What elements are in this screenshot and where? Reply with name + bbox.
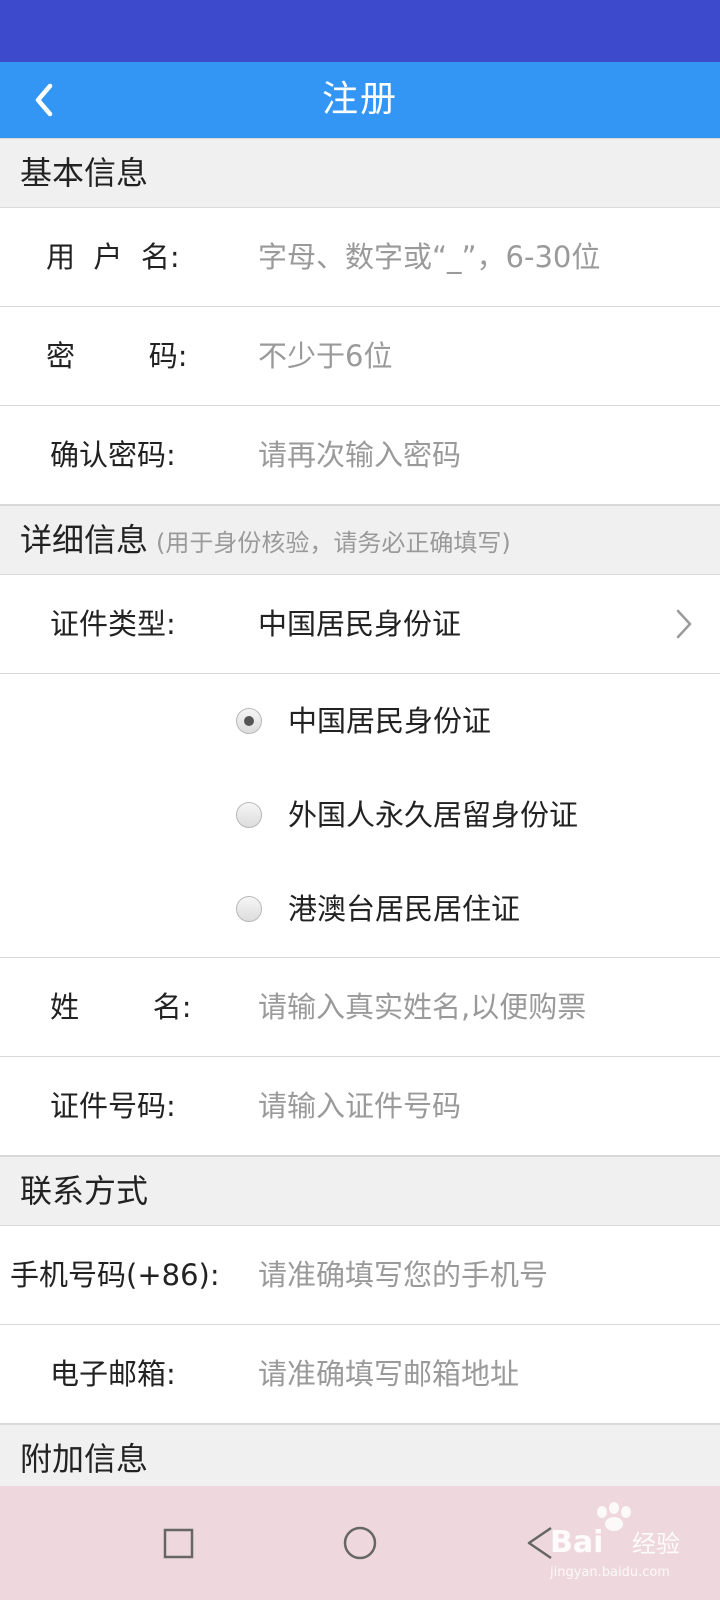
name-row: 姓 名:: [0, 958, 720, 1057]
status-bar: [0, 0, 720, 62]
section-title: 联系方式: [20, 1172, 149, 1210]
id-type-value[interactable]: 中国居民身份证: [258, 575, 461, 673]
id-number-input[interactable]: [258, 1057, 678, 1155]
id-type-radio-group: 中国居民身份证 外国人永久居留身份证 港澳台居民居住证: [0, 676, 720, 958]
radio-unselected-icon[interactable]: [236, 802, 262, 828]
radio-option-foreign-id[interactable]: 外国人永久居留身份证: [236, 786, 676, 846]
password-row: 密 码:: [0, 307, 720, 406]
section-contact: 联系方式: [0, 1156, 720, 1226]
section-basic-info: 基本信息: [0, 138, 720, 208]
username-input[interactable]: [258, 208, 678, 306]
recent-apps-icon[interactable]: [143, 1508, 213, 1578]
section-extra-info: 附加信息: [0, 1424, 720, 1488]
svg-text:Bai: Bai: [550, 1525, 603, 1560]
svg-text:jingyan.baidu.com: jingyan.baidu.com: [549, 1565, 670, 1580]
radio-label: 港澳台居民居住证: [288, 892, 521, 926]
radio-option-cn-id[interactable]: 中国居民身份证: [236, 692, 676, 752]
id-type-label: 证件类型:: [50, 607, 176, 641]
radio-label: 中国居民身份证: [288, 704, 492, 738]
radio-unselected-icon[interactable]: [236, 896, 262, 922]
baidu-watermark-logo: Bai 经验 jingyan.baidu.com: [549, 1502, 680, 1580]
email-row: 电子邮箱:: [0, 1325, 720, 1424]
section-note: (用于身份核验，请务必正确填写): [156, 529, 511, 557]
phone-input[interactable]: [258, 1226, 678, 1324]
radio-dot: [244, 716, 254, 726]
id-type-row[interactable]: 证件类型: 中国居民身份证: [0, 575, 720, 674]
password-label: 密 码:: [46, 339, 188, 373]
name-label: 姓 名:: [50, 990, 192, 1024]
id-number-label: 证件号码:: [50, 1089, 176, 1123]
section-detail-info: 详细信息 (用于身份核验，请务必正确填写): [0, 505, 720, 575]
section-title-text: 详细信息: [20, 521, 149, 559]
chevron-right-icon[interactable]: [672, 607, 696, 641]
home-icon[interactable]: [325, 1508, 395, 1578]
confirm-password-input[interactable]: [258, 406, 678, 504]
section-title: 基本信息: [20, 154, 149, 192]
radio-option-hmt-permit[interactable]: 港澳台居民居住证: [236, 880, 676, 940]
phone-row: 手机号码(+86):: [0, 1226, 720, 1325]
radio-selected-icon[interactable]: [236, 708, 262, 734]
page-title: 注册: [321, 79, 398, 120]
name-input[interactable]: [258, 958, 678, 1056]
username-label: 用 户 名:: [46, 240, 180, 274]
email-input[interactable]: [258, 1325, 678, 1423]
radio-label: 外国人永久居留身份证: [288, 798, 579, 832]
section-title: 详细信息 (用于身份核验，请务必正确填写): [20, 506, 511, 577]
email-label: 电子邮箱:: [50, 1357, 176, 1391]
password-input[interactable]: [258, 307, 678, 405]
confirm-password-row: 确认密码:: [0, 406, 720, 505]
svg-text:经验: 经验: [632, 1530, 680, 1558]
section-title: 附加信息: [20, 1440, 149, 1478]
id-number-row: 证件号码:: [0, 1057, 720, 1156]
confirm-password-label: 确认密码:: [50, 438, 176, 472]
phone-label: 手机号码(+86):: [10, 1258, 220, 1292]
username-row: 用 户 名:: [0, 208, 720, 307]
app-bar: 注册: [0, 62, 720, 138]
